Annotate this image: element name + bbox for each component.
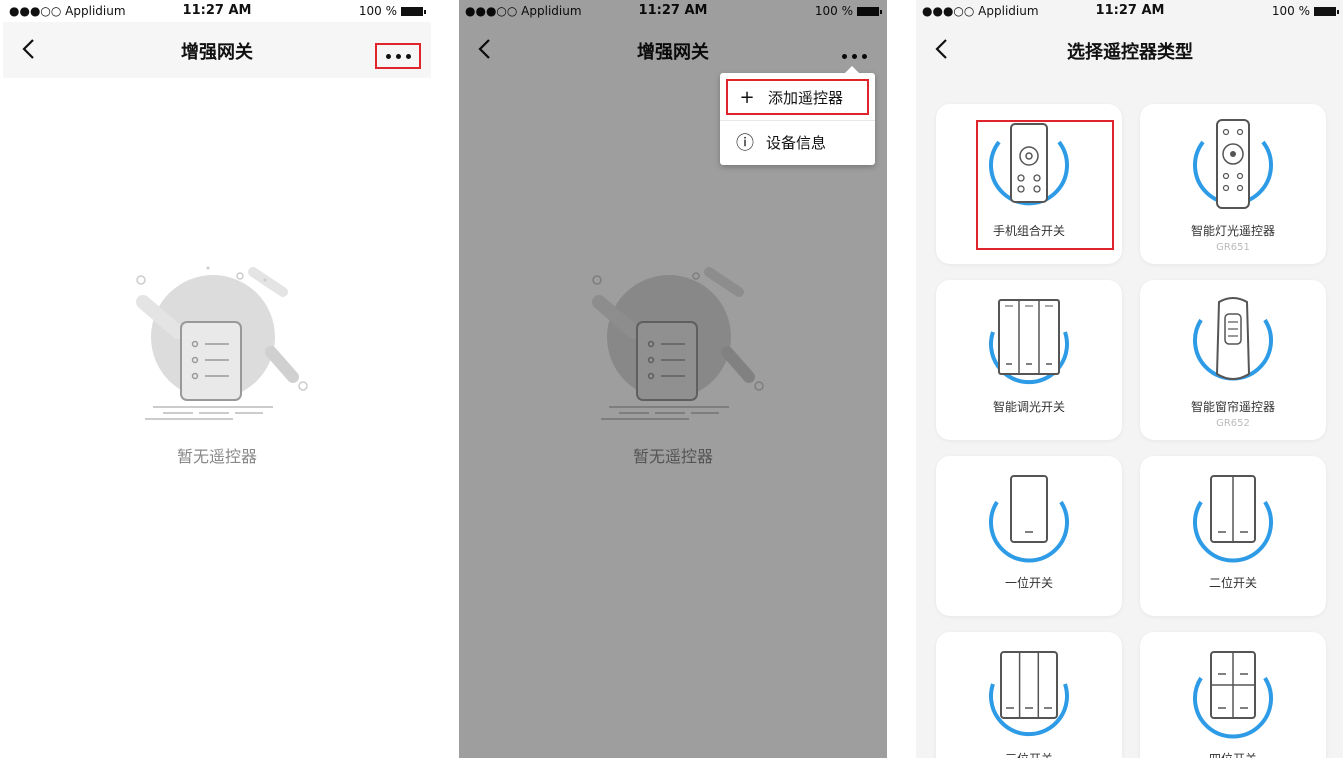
plus-icon: +	[739, 86, 755, 108]
card-name: 一位开关	[1004, 576, 1053, 590]
card-name: 智能灯光遥控器	[1190, 224, 1275, 238]
status-bar: ●●●○○ Applidium 11:27 AM 100 %	[3, 0, 431, 22]
one-gang-switch-icon	[979, 468, 1079, 568]
four-gang-switch-icon	[1183, 644, 1283, 744]
selection-highlight	[976, 120, 1114, 250]
more-menu: + 添加遥控器 ⓘ 设备信息	[720, 66, 875, 165]
select-remote-type-screen: ●●●○○ Applidium 11:27 AM 100 % 选择遥控器类型 手…	[916, 0, 1343, 758]
remote-card-smart-dimmer-switch[interactable]: 智能调光开关	[936, 280, 1122, 440]
battery-indicator: 100 %	[1272, 4, 1339, 18]
remote-card-two-gang-switch[interactable]: 二位开关	[1140, 456, 1326, 616]
card-name: 四位开关	[1140, 750, 1326, 758]
three-gang-switch-icon	[979, 644, 1079, 744]
gateway-screen: ●●●○○ Applidium 11:27 AM 100 % 增强网关 暂无遥控…	[3, 0, 431, 758]
menu-item-label: 添加遥控器	[768, 88, 844, 107]
menu-divider	[720, 120, 875, 121]
page-title: 增强网关	[181, 42, 253, 63]
empty-list-illustration	[136, 266, 308, 420]
menu-item-add-remote[interactable]: + 添加遥控器	[726, 79, 869, 115]
battery-icon	[1314, 7, 1339, 16]
empty-message: 暂无遥控器	[176, 447, 257, 466]
page-title: 选择遥控器类型	[1067, 42, 1193, 63]
info-icon: ⓘ	[736, 133, 754, 154]
battery-indicator: 100 %	[359, 4, 426, 18]
menu-item-device-info[interactable]: ⓘ 设备信息	[726, 124, 869, 160]
remote-card-smart-curtain-remote[interactable]: 智能窗帘遥控器 GR652	[1140, 280, 1326, 440]
nav-bar: 增强网关	[3, 22, 431, 78]
remote-card-four-gang-switch[interactable]: 四位开关	[1140, 632, 1326, 758]
card-model: GR651	[1216, 242, 1250, 253]
card-name: 三位开关	[936, 750, 1122, 758]
gateway-menu-screen: ●●●○○ Applidium 11:27 AM 100 % 增强网关 暂无遥控…	[459, 0, 887, 758]
two-gang-switch-icon	[1183, 468, 1283, 568]
curtain-remote-icon	[1183, 292, 1283, 392]
remote-card-smart-light-remote[interactable]: 智能灯光遥控器 GR651	[1140, 104, 1326, 264]
status-bar: ●●●○○ Applidium 11:27 AM 100 %	[916, 0, 1343, 22]
card-model: GR652	[1216, 418, 1250, 429]
empty-state: 暂无遥控器	[3, 262, 431, 472]
dimmer-switch-icon	[979, 292, 1079, 392]
card-name: 智能窗帘遥控器	[1190, 400, 1275, 414]
menu-item-label: 设备信息	[766, 133, 827, 152]
more-button[interactable]	[375, 43, 421, 69]
remote-card-one-gang-switch[interactable]: 一位开关	[936, 456, 1122, 616]
card-name: 智能调光开关	[992, 400, 1065, 414]
remote-card-three-gang-switch[interactable]: 三位开关	[936, 632, 1122, 758]
light-remote-icon	[1183, 116, 1283, 216]
nav-bar: 选择遥控器类型	[916, 22, 1343, 78]
card-name: 二位开关	[1208, 576, 1257, 590]
battery-icon	[401, 7, 426, 16]
remote-card-phone-combo-switch[interactable]: 手机组合开关	[936, 104, 1122, 264]
